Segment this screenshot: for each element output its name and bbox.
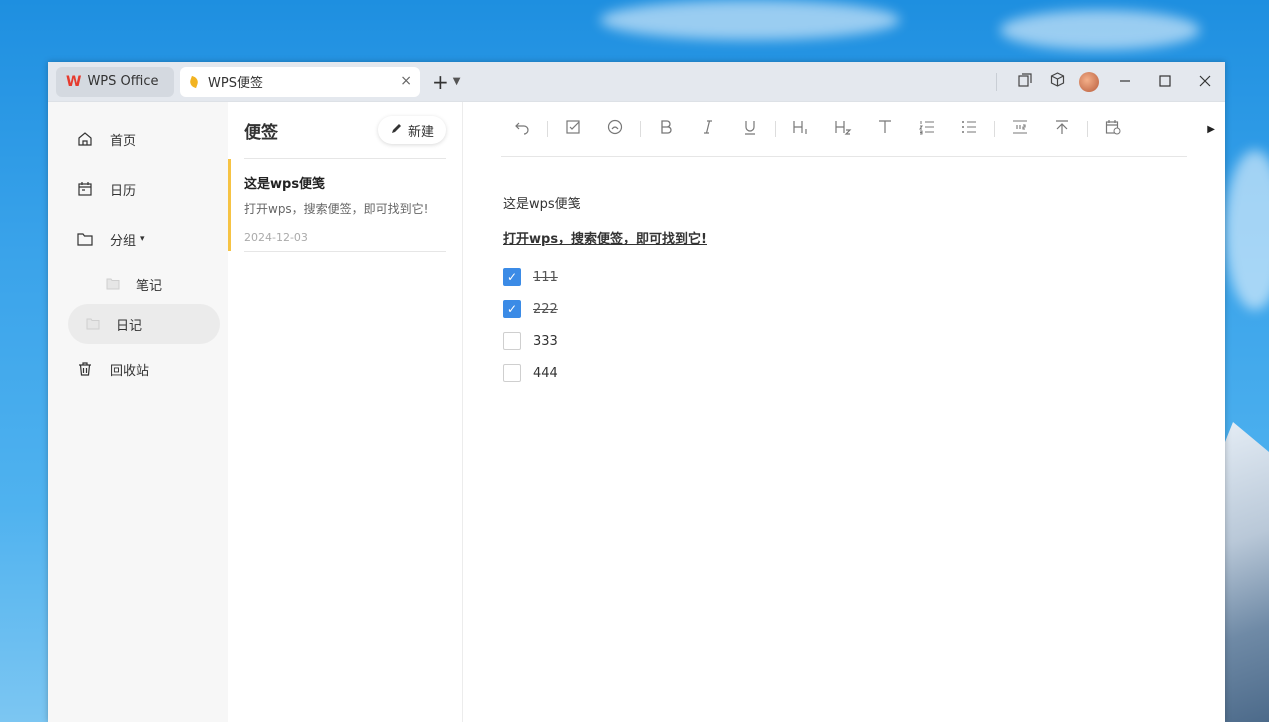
note-editor: ▶ 这是wps便笺 打开wps，搜索便签，即可找到它! ✓ 111 ✓ 222 … bbox=[463, 102, 1225, 722]
minimize-button[interactable] bbox=[1105, 72, 1145, 91]
group-item-diary[interactable]: 日记 bbox=[68, 304, 220, 344]
pen-icon bbox=[390, 123, 402, 138]
toolbar-more-icon[interactable]: ▶ bbox=[1207, 124, 1215, 135]
checklist-item: ✓ 222 bbox=[503, 293, 1185, 325]
app-window: W WPS Office WPS便签 × + ▼ 首页 日历 分组 ▾ 笔记 日… bbox=[48, 62, 1225, 722]
divider bbox=[996, 72, 997, 91]
sidebar-item-label: 分组 bbox=[110, 233, 137, 249]
home-icon bbox=[76, 130, 94, 148]
sidebar-item-label: 回收站 bbox=[110, 363, 150, 379]
checklist-label: 111 bbox=[533, 269, 558, 285]
calendar-icon bbox=[76, 180, 94, 198]
text-icon[interactable] bbox=[864, 119, 906, 139]
divider bbox=[775, 121, 776, 137]
divider bbox=[244, 251, 446, 252]
sidebar: 首页 日历 分组 ▾ 笔记 日记 回收站 bbox=[48, 102, 228, 722]
checkbox-icon[interactable] bbox=[552, 119, 594, 139]
note-title: 这是wps便笺 bbox=[244, 177, 326, 192]
note-date: 2024-12-03 bbox=[244, 231, 308, 244]
divider bbox=[1087, 121, 1088, 137]
folder-icon bbox=[86, 318, 100, 330]
tab-close-icon[interactable]: × bbox=[400, 73, 412, 89]
wps-logo-icon: W bbox=[66, 73, 82, 90]
ordered-list-icon[interactable] bbox=[906, 119, 948, 139]
checklist-item: 333 bbox=[503, 325, 1185, 357]
tab-wps-office[interactable]: W WPS Office bbox=[56, 66, 174, 97]
title-bar: W WPS Office WPS便签 × + ▼ bbox=[48, 62, 1225, 102]
checklist-item: 444 bbox=[503, 357, 1185, 389]
tab-wps-notes[interactable]: WPS便签 × bbox=[180, 66, 420, 97]
checkbox[interactable] bbox=[503, 364, 521, 382]
checkbox[interactable]: ✓ bbox=[503, 300, 521, 318]
editor-toolbar bbox=[501, 102, 1187, 157]
checklist-item: ✓ 111 bbox=[503, 261, 1185, 293]
maximize-button[interactable] bbox=[1145, 72, 1185, 91]
sidebar-item-groups[interactable]: 分组 ▾ bbox=[48, 214, 228, 264]
italic-icon[interactable] bbox=[687, 119, 729, 139]
divider bbox=[547, 121, 548, 137]
chevron-down-icon[interactable]: ▾ bbox=[140, 234, 145, 244]
bullet-list-icon[interactable] bbox=[948, 119, 990, 139]
sidebar-item-trash[interactable]: 回收站 bbox=[48, 344, 228, 394]
heading2-icon[interactable] bbox=[822, 119, 864, 139]
checklist-label: 222 bbox=[533, 301, 558, 317]
tab-label: WPS便签 bbox=[208, 76, 263, 91]
note-content[interactable]: 这是wps便笺 打开wps，搜索便签，即可找到它! ✓ 111 ✓ 222 33… bbox=[463, 157, 1225, 389]
box-icon[interactable] bbox=[1041, 72, 1073, 91]
page-title: 便签 bbox=[244, 122, 278, 143]
restore-pages-icon[interactable] bbox=[1009, 72, 1041, 91]
sidebar-item-label: 首页 bbox=[110, 133, 137, 149]
undo-icon[interactable] bbox=[501, 119, 543, 139]
tab-label: WPS Office bbox=[87, 74, 159, 89]
close-button[interactable] bbox=[1185, 72, 1225, 91]
avatar[interactable] bbox=[1079, 71, 1099, 92]
checkbox[interactable] bbox=[503, 332, 521, 350]
checkbox[interactable]: ✓ bbox=[503, 268, 521, 286]
notes-leaf-icon bbox=[188, 75, 200, 88]
divider bbox=[640, 121, 641, 137]
note-body-line: 这是wps便笺 bbox=[503, 197, 581, 212]
group-label: 日记 bbox=[116, 318, 143, 334]
sidebar-item-label: 日历 bbox=[110, 183, 137, 199]
note-snippet: 打开wps，搜索便签，即可找到它! bbox=[244, 202, 429, 216]
note-list: 便签 新建 这是wps便笺 打开wps，搜索便签，即可找到它! 2024-12-… bbox=[228, 102, 463, 722]
list-item[interactable]: 这是wps便笺 打开wps，搜索便签，即可找到它! 2024-12-03 bbox=[228, 159, 462, 251]
pin-top-icon[interactable] bbox=[1041, 119, 1083, 139]
sidebar-item-calendar[interactable]: 日历 bbox=[48, 164, 228, 214]
folder-icon bbox=[76, 230, 94, 248]
heading1-icon[interactable] bbox=[780, 119, 822, 139]
sidebar-item-home[interactable]: 首页 bbox=[48, 114, 228, 164]
bold-icon[interactable] bbox=[645, 119, 687, 139]
selected-indicator bbox=[228, 159, 231, 251]
indent-icon[interactable] bbox=[999, 119, 1041, 139]
calendar-icon[interactable] bbox=[1092, 119, 1134, 139]
new-tab-button[interactable]: + bbox=[432, 70, 449, 94]
emoji-icon[interactable] bbox=[594, 119, 636, 139]
divider bbox=[994, 121, 995, 137]
underline-icon[interactable] bbox=[729, 119, 771, 139]
new-note-label: 新建 bbox=[407, 124, 434, 140]
note-body-line: 打开wps，搜索便签，即可找到它! bbox=[503, 232, 707, 247]
group-label: 笔记 bbox=[136, 278, 163, 294]
new-note-button[interactable]: 新建 bbox=[377, 116, 446, 144]
trash-icon bbox=[76, 360, 94, 378]
checklist-label: 444 bbox=[533, 365, 558, 381]
folder-icon bbox=[106, 278, 120, 290]
tab-dropdown-icon[interactable]: ▼ bbox=[453, 76, 461, 87]
checklist-label: 333 bbox=[533, 333, 558, 349]
group-item-notes[interactable]: 笔记 bbox=[68, 264, 220, 304]
